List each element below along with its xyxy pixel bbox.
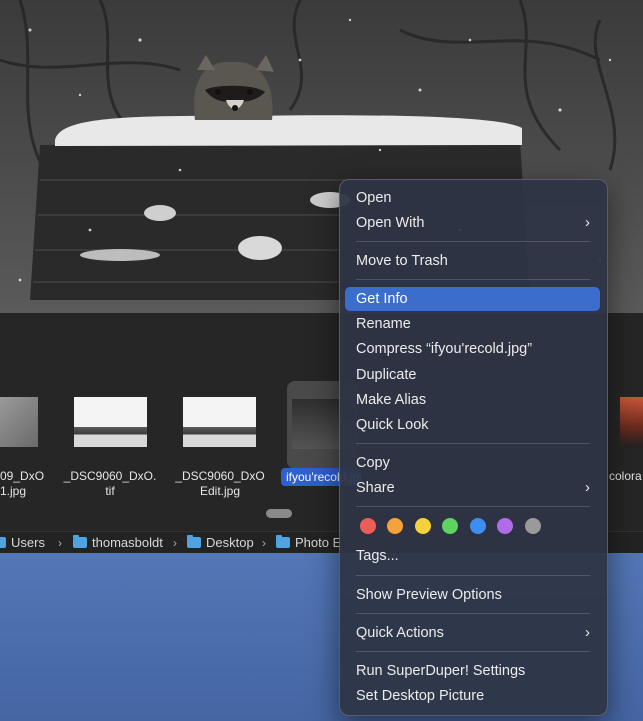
menu-item-share[interactable]: Share › <box>345 476 600 500</box>
file-thumbnail[interactable] <box>620 397 643 447</box>
chevron-right-icon: › <box>585 624 590 641</box>
folder-icon <box>73 535 87 548</box>
file-thumbnail[interactable] <box>74 397 147 447</box>
horizontal-scrollbar-thumb[interactable] <box>266 509 292 518</box>
file-thumbnail[interactable] <box>183 397 256 447</box>
tag-blue-icon[interactable] <box>470 518 486 534</box>
path-item-users[interactable]: Users <box>0 532 45 553</box>
menu-item-set-desktop-picture[interactable]: Set Desktop Picture <box>345 684 600 708</box>
menu-separator <box>356 575 590 576</box>
tag-green-icon[interactable] <box>442 518 458 534</box>
tag-purple-icon[interactable] <box>497 518 513 534</box>
chevron-right-icon: › <box>585 479 590 496</box>
menu-item-show-preview-options[interactable]: Show Preview Options <box>345 583 600 607</box>
file-thumbnail[interactable] <box>0 397 38 447</box>
menu-separator <box>356 651 590 652</box>
menu-item-rename[interactable]: Rename <box>345 312 600 336</box>
chevron-right-icon: › <box>585 214 590 231</box>
chevron-right-icon: › <box>58 536 62 550</box>
file-name[interactable]: _DSC9060_DxO Edit.jpg <box>165 469 275 499</box>
file-name[interactable]: 09_DxO 1.jpg <box>0 469 48 499</box>
file-name[interactable]: colora <box>609 469 643 484</box>
chevron-right-icon: › <box>262 536 266 550</box>
menu-item-make-alias[interactable]: Make Alias <box>345 388 600 412</box>
menu-separator <box>356 506 590 507</box>
path-item-photo[interactable]: Photo E <box>276 532 341 553</box>
path-item-thomasboldt[interactable]: thomasboldt <box>73 532 163 553</box>
folder-icon <box>187 535 201 548</box>
menu-item-open[interactable]: Open <box>345 186 600 210</box>
menu-item-duplicate[interactable]: Duplicate <box>345 363 600 387</box>
menu-item-get-info[interactable]: Get Info <box>345 287 600 311</box>
chevron-right-icon: › <box>173 536 177 550</box>
menu-item-run-superduper-settings[interactable]: Run SuperDuper! Settings <box>345 659 600 683</box>
menu-item-quick-actions[interactable]: Quick Actions › <box>345 621 600 645</box>
menu-separator <box>356 241 590 242</box>
path-item-desktop[interactable]: Desktop <box>187 532 254 553</box>
menu-item-copy[interactable]: Copy <box>345 451 600 475</box>
tag-red-icon[interactable] <box>360 518 376 534</box>
tag-gray-icon[interactable] <box>525 518 541 534</box>
menu-separator <box>356 613 590 614</box>
menu-item-open-with[interactable]: Open With › <box>345 211 600 235</box>
context-menu: Open Open With › Move to Trash Get Info R… <box>339 179 608 716</box>
folder-icon <box>0 537 6 548</box>
menu-item-move-to-trash[interactable]: Move to Trash <box>345 249 600 273</box>
menu-separator <box>356 443 590 444</box>
file-name[interactable]: _DSC9060_DxO. tif <box>55 469 165 499</box>
tag-yellow-icon[interactable] <box>415 518 431 534</box>
menu-separator <box>356 279 590 280</box>
tag-orange-icon[interactable] <box>387 518 403 534</box>
menu-item-compress[interactable]: Compress “ifyou'recold.jpg” <box>345 337 600 361</box>
folder-icon <box>276 535 290 548</box>
menu-item-tags[interactable]: Tags... <box>345 544 600 568</box>
menu-item-quick-look[interactable]: Quick Look <box>345 413 600 437</box>
